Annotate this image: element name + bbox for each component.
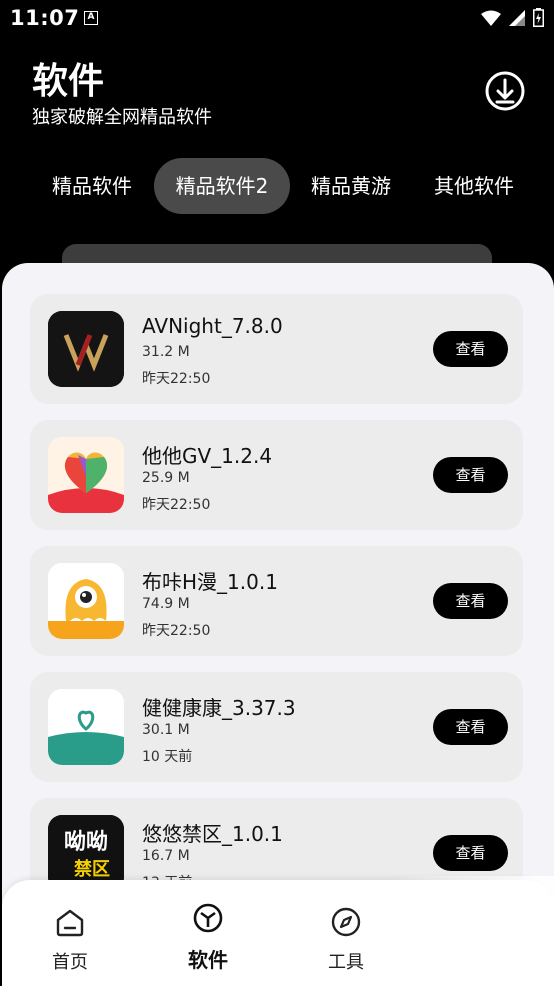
list-item[interactable]: AVNight_7.8.0 31.2 M 昨天22:50 查看 xyxy=(30,294,523,404)
wifi-icon xyxy=(481,10,501,26)
app-size: 16.7 M xyxy=(142,848,190,864)
compass-icon xyxy=(331,907,361,937)
home-icon xyxy=(56,909,84,937)
corner-decoration xyxy=(394,876,554,986)
list-item[interactable]: 布咔H漫_1.0.1 74.9 M 昨天22:50 查看 xyxy=(30,546,523,656)
app-date: 昨天22:50 xyxy=(142,623,211,639)
app-date: 昨天22:50 xyxy=(142,371,211,387)
page-title: 软件 xyxy=(32,61,105,102)
app-name: 布咔H漫_1.0.1 xyxy=(142,570,278,594)
tab-jingpin[interactable]: 精品软件 xyxy=(36,158,148,214)
zone-icon-bottom-text: 禁区 xyxy=(74,858,110,880)
app-size: 30.1 M xyxy=(142,722,190,738)
nav-home[interactable]: 首页 xyxy=(10,880,130,986)
list-item[interactable]: 他他GV_1.2.4 25.9 M 昨天22:50 查看 xyxy=(30,420,523,530)
download-icon[interactable] xyxy=(484,70,526,112)
nav-tools[interactable]: 工具 xyxy=(286,880,406,986)
signal-icon xyxy=(509,9,525,26)
nav-home-label: 首页 xyxy=(52,952,88,973)
status-icons xyxy=(481,8,544,27)
view-button[interactable]: 查看 xyxy=(433,709,508,745)
view-button[interactable]: 查看 xyxy=(433,457,508,493)
status-time: 11:07 xyxy=(10,6,80,30)
cube-icon xyxy=(193,903,223,933)
app-name: 他他GV_1.2.4 xyxy=(142,444,273,468)
view-button[interactable]: 查看 xyxy=(433,583,508,619)
app-size: 31.2 M xyxy=(142,344,190,360)
app-name: 悠悠禁区_1.0.1 xyxy=(142,822,283,846)
status-bar: 11:07 A xyxy=(0,0,554,38)
notification-a-icon: A xyxy=(84,11,98,25)
avnight-icon xyxy=(48,311,124,387)
app-date: 昨天22:50 xyxy=(142,497,211,513)
nav-tools-label: 工具 xyxy=(328,952,364,973)
tab-other[interactable]: 其他软件 xyxy=(418,158,530,214)
heart-icon xyxy=(48,437,124,513)
view-button[interactable]: 查看 xyxy=(433,835,508,871)
health-icon xyxy=(48,689,124,765)
battery-icon xyxy=(533,8,544,27)
app-size: 74.9 M xyxy=(142,596,190,612)
tab-jingpin2[interactable]: 精品软件2 xyxy=(154,158,290,214)
view-button[interactable]: 查看 xyxy=(433,331,508,367)
mascot-icon xyxy=(48,563,124,639)
tab-games[interactable]: 精品黄游 xyxy=(296,158,406,214)
app-name: 健健康康_3.37.3 xyxy=(142,696,296,720)
nav-software-label: 软件 xyxy=(188,948,228,972)
nav-software[interactable]: 软件 xyxy=(148,880,268,986)
app-size: 25.9 M xyxy=(142,470,190,486)
bottom-nav: 首页 软件 工具 xyxy=(2,876,554,986)
app-date: 10 天前 xyxy=(142,749,193,765)
list-item[interactable]: 健健康康_3.37.3 30.1 M 10 天前 查看 xyxy=(30,672,523,782)
category-tabs: 精品软件 精品软件2 精品黄游 其他软件 xyxy=(0,158,554,214)
app-name: AVNight_7.8.0 xyxy=(142,314,283,338)
zone-icon-top-text: 呦呦 xyxy=(64,830,108,855)
page-subtitle: 独家破解全网精品软件 xyxy=(32,107,212,128)
